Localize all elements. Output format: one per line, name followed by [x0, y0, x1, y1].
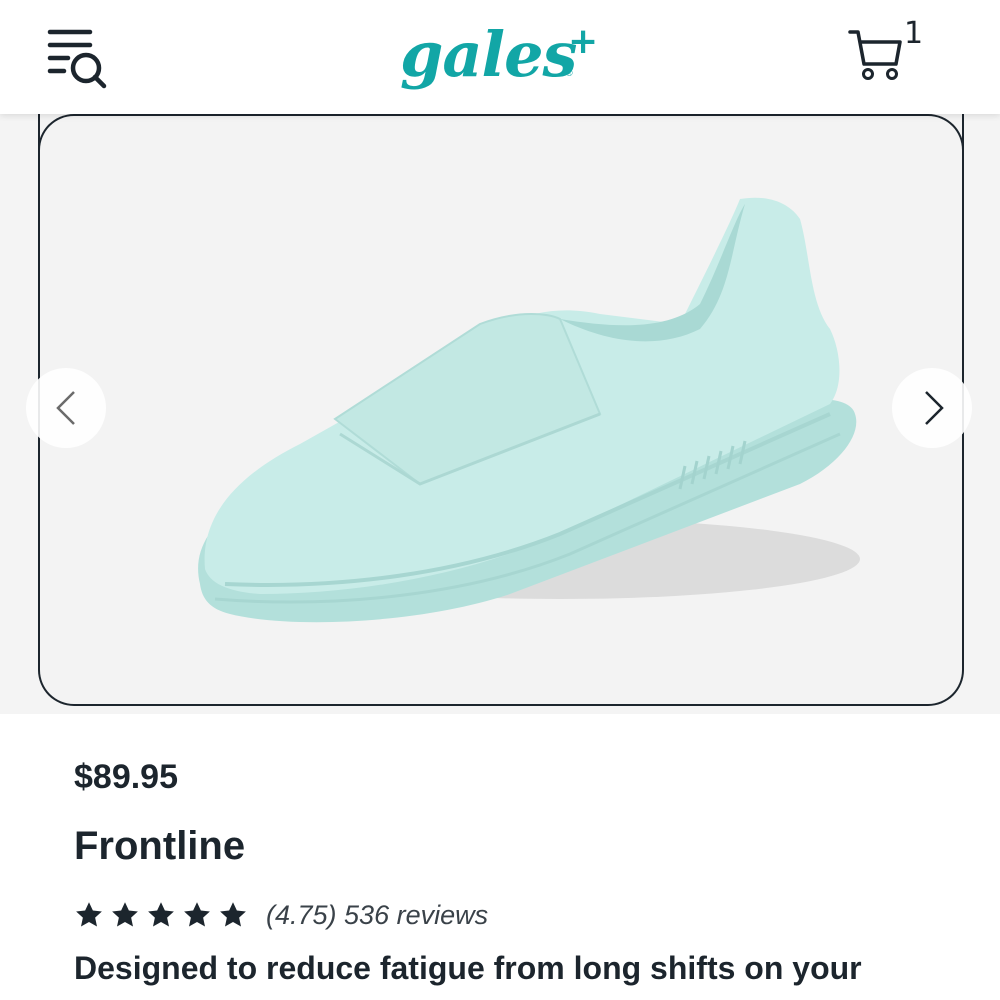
star-icon: [146, 900, 176, 930]
star-icon: [74, 900, 104, 930]
product-price: $89.95: [74, 758, 178, 796]
rating-stars: [74, 900, 248, 930]
carousel-next-button[interactable]: [892, 368, 972, 448]
carousel-prev-button[interactable]: [26, 368, 106, 448]
site-logo[interactable]: gales + ®: [400, 10, 605, 100]
chevron-right-icon: [925, 391, 944, 425]
product-description: Designed to reduce fatigue from long shi…: [74, 950, 862, 986]
cart-count-badge: 1: [904, 16, 924, 51]
star-icon: [218, 900, 248, 930]
logo-wordmark: gales: [400, 18, 577, 91]
logo-plus: +: [568, 21, 599, 62]
menu-search-icon: [47, 29, 107, 89]
product-name: Frontline: [74, 824, 246, 868]
carousel-frame-top: [38, 114, 964, 174]
product-image: [198, 197, 860, 623]
product-image-carousel[interactable]: [38, 114, 964, 706]
chevron-left-icon: [56, 391, 75, 425]
star-icon: [182, 900, 212, 930]
rating-reviews-text: (4.75) 536 reviews: [266, 899, 489, 930]
logo-registered-mark: ®: [566, 68, 573, 78]
star-icon: [110, 900, 140, 930]
cart-icon: [848, 30, 902, 80]
product-rating[interactable]: (4.75) 536 reviews: [74, 892, 488, 938]
menu-search-button[interactable]: [40, 22, 114, 96]
site-header: gales + ® 1: [0, 0, 1000, 114]
